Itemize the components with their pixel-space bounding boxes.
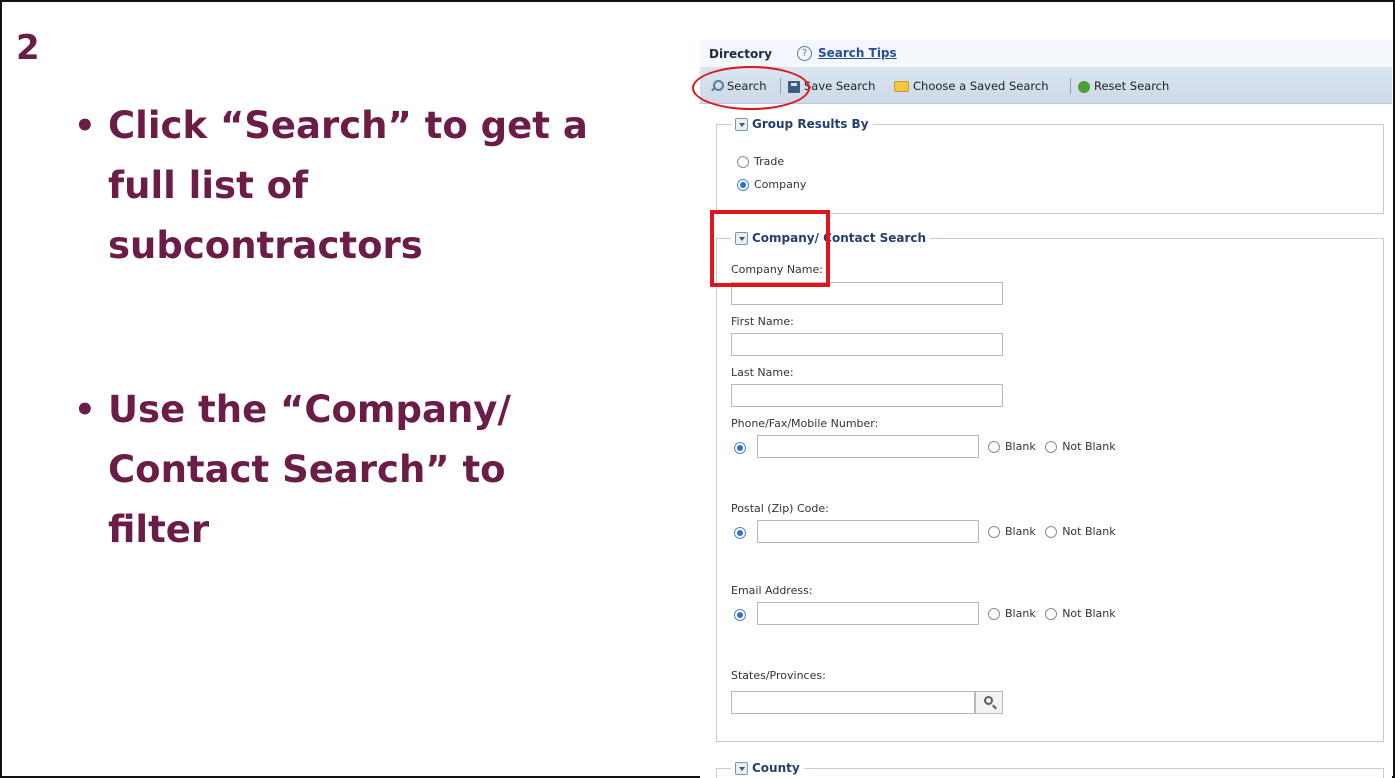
help-icon[interactable]: ? (797, 46, 812, 61)
phone-field[interactable] (757, 435, 979, 458)
last-name-field[interactable] (731, 384, 1003, 407)
email-blank-options: Blank Not Blank (982, 607, 1116, 621)
group-option-trade[interactable]: Trade (737, 155, 784, 169)
choose-saved-search-button[interactable]: Choose a Saved Search (894, 78, 1049, 94)
save-search-button[interactable]: Save Search (788, 78, 875, 94)
instruction-item: Click “Search” to get a full list of sub… (70, 96, 590, 276)
save-search-label: Save Search (804, 79, 876, 93)
choose-saved-search-label: Choose a Saved Search (913, 79, 1049, 93)
group-results-section: Group Results By Trade Company (716, 115, 1384, 214)
directory-screenshot: Directory ? Search Tips Search Save Sear… (692, 40, 1392, 778)
group-results-title: Group Results By (752, 117, 869, 131)
postal-field[interactable] (757, 520, 979, 543)
company-name-label: Company Name: (731, 263, 823, 276)
trade-label: Trade (754, 155, 785, 168)
blank-label: Blank (1005, 525, 1036, 538)
company-contact-legend[interactable]: Company/ Contact Search (731, 229, 931, 247)
reset-icon (1078, 80, 1090, 93)
phone-not-blank-radio[interactable] (1045, 441, 1058, 453)
directory-header: Directory ? Search Tips (700, 40, 1392, 68)
search-tips-link[interactable]: Search Tips (818, 46, 897, 60)
group-option-company[interactable]: Company (737, 178, 806, 192)
company-radio[interactable] (737, 179, 749, 191)
county-section: County (716, 759, 1384, 778)
first-name-label: First Name: (731, 315, 794, 328)
postal-value-radio[interactable] (734, 527, 746, 539)
last-name-label: Last Name: (731, 366, 794, 379)
email-value-radio[interactable] (734, 609, 746, 621)
group-results-legend[interactable]: Group Results By (731, 115, 873, 133)
phone-blank-radio[interactable] (988, 441, 1000, 453)
county-legend[interactable]: County (731, 759, 804, 777)
save-icon (788, 80, 800, 93)
collapse-icon[interactable] (735, 118, 748, 131)
toolbar-divider (780, 78, 781, 94)
company-name-field[interactable] (731, 282, 1003, 305)
phone-blank-options: Blank Not Blank (982, 440, 1116, 454)
company-contact-section: Company/ Contact Search Company Name: Fi… (716, 229, 1384, 742)
phone-label: Phone/Fax/Mobile Number: (731, 417, 879, 430)
search-icon (710, 80, 724, 93)
blank-label: Blank (1005, 440, 1036, 453)
company-contact-title: Company/ Contact Search (752, 231, 927, 245)
states-label: States/Provinces: (731, 669, 826, 682)
instruction-list: Click “Search” to get a full list of sub… (70, 96, 630, 560)
county-title: County (752, 761, 800, 775)
search-toolbar: Search Save Search Choose a Saved Search… (700, 68, 1392, 104)
postal-not-blank-radio[interactable] (1045, 526, 1058, 538)
email-not-blank-radio[interactable] (1045, 608, 1058, 620)
phone-value-radio[interactable] (734, 442, 746, 454)
trade-radio[interactable] (737, 156, 749, 168)
not-blank-label: Not Blank (1062, 525, 1116, 538)
collapse-icon[interactable] (735, 232, 748, 245)
not-blank-label: Not Blank (1062, 607, 1116, 620)
magnifier-icon (984, 696, 993, 705)
folder-icon (894, 81, 909, 92)
email-blank-radio[interactable] (988, 608, 1000, 620)
not-blank-label: Not Blank (1062, 440, 1116, 453)
company-label: Company (754, 178, 807, 191)
toolbar-divider (1070, 78, 1071, 94)
instruction-item: Use the “Company/ Contact Search” to fil… (70, 380, 590, 560)
states-field[interactable] (731, 691, 975, 714)
reset-search-button[interactable]: Reset Search (1078, 78, 1169, 94)
blank-label: Blank (1005, 607, 1036, 620)
email-field[interactable] (757, 602, 979, 625)
email-label: Email Address: (731, 584, 813, 597)
first-name-field[interactable] (731, 333, 1003, 356)
states-lookup-button[interactable] (975, 691, 1003, 714)
postal-blank-radio[interactable] (988, 526, 1000, 538)
directory-title: Directory (709, 47, 772, 61)
search-button[interactable]: Search (710, 78, 767, 94)
postal-blank-options: Blank Not Blank (982, 525, 1116, 539)
postal-label: Postal (Zip) Code: (731, 502, 829, 515)
reset-search-label: Reset Search (1094, 79, 1170, 93)
collapse-icon[interactable] (735, 762, 748, 775)
step-number: 2 (16, 28, 40, 68)
search-button-label: Search (727, 79, 767, 93)
